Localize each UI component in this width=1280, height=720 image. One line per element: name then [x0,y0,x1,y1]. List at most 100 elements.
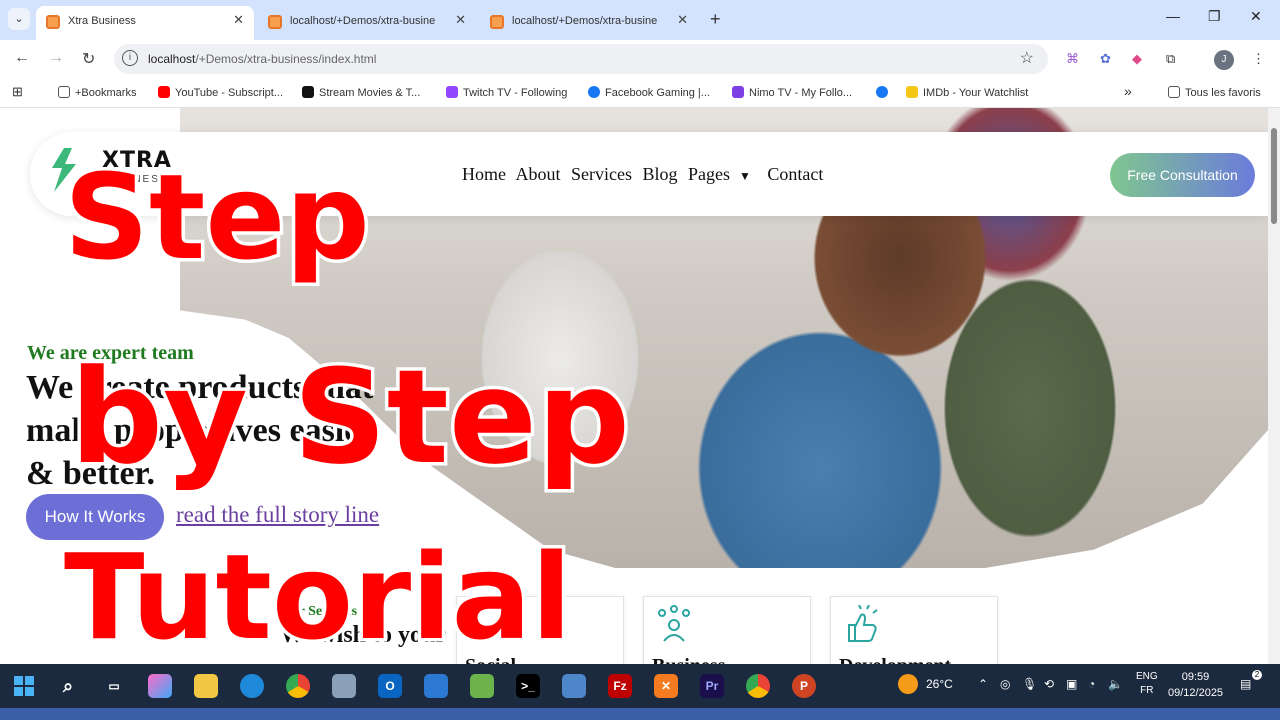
bookmark-nimo-tv[interactable]: Nimo TV - My Follo... [732,86,852,99]
tab-xtra-business[interactable]: Xtra Business ✕ [36,6,254,40]
minimize-icon[interactable]: — [1166,8,1180,24]
hero-headline: We create products that make people live… [26,369,374,492]
copilot-icon[interactable] [148,674,172,698]
windows-start-icon[interactable] [14,676,34,696]
extension-icon[interactable]: ⌘ [1066,51,1079,67]
scrollbar-thumb[interactable] [1271,128,1277,224]
new-tab-icon[interactable]: + [710,9,721,30]
notification-badge: 2 [1252,670,1262,680]
tray-chevron-icon[interactable]: ⌃ [978,677,988,691]
weather-temp[interactable]: 26°C [926,677,953,691]
bookmark-twitch[interactable]: Twitch TV - Following [446,86,567,99]
back-icon[interactable]: ← [14,49,30,67]
site-info-icon[interactable]: i [122,50,138,66]
app-icon[interactable] [332,674,356,698]
bookmarks-bar: ⊞ +Bookmarks YouTube - Subscript... Stre… [0,78,1280,108]
system-clock[interactable]: 09:59 09/12/2025 [1168,669,1223,701]
nav-blog[interactable]: Blog [643,164,678,184]
tray-display-icon[interactable]: ▣ [1066,677,1077,691]
service-card-business[interactable]: Business [643,596,811,664]
task-view-icon[interactable]: ▭ [102,674,126,698]
bookmark-facebook[interactable] [876,86,893,99]
close-tab-icon[interactable]: ✕ [455,12,466,28]
how-it-works-button[interactable]: How It Works [26,494,164,540]
bookmark-facebook-gaming[interactable]: Facebook Gaming |... [588,86,710,99]
plex-icon [302,86,314,98]
thumbs-up-icon [848,605,878,642]
nav-home[interactable]: Home [462,164,506,184]
search-icon[interactable]: ⌕ [56,674,80,698]
bookmark-stream-movies[interactable]: Stream Movies & T... [302,86,420,99]
terminal-icon[interactable]: >_ [516,674,540,698]
nav-about[interactable]: About [516,164,561,184]
forward-icon[interactable]: → [48,49,64,67]
apps-grid-icon[interactable]: ⊞ [12,84,23,100]
powerpoint-icon[interactable]: P [792,674,816,698]
extension-video-icon[interactable]: ◆ [1132,51,1142,67]
network-people-icon [658,605,690,642]
address-bar[interactable]: i localhost/+Demos/xtra-business/index.h… [114,44,1048,74]
service-card-social[interactable]: Social [456,596,624,664]
notifications-icon[interactable]: ▤ [1240,677,1251,691]
xampp-icon[interactable]: ✕ [654,674,678,698]
nav-services[interactable]: Services [571,164,632,184]
volume-icon[interactable]: 🔈 [1108,677,1123,691]
story-link[interactable]: read the full story line [176,502,379,528]
windows-taskbar: ⌕ ▭ O >_ Fz ✕ Pr P 26°C ⌃ ◎ 🎙 ⟲ ▣ ◔ 🔈 EN… [0,664,1280,708]
browser-toolbar: ← → ↻ i localhost/+Demos/xtra-business/i… [0,40,1280,78]
bookmarks-overflow-button[interactable]: » [1124,83,1132,99]
premiere-icon[interactable]: Pr [700,674,724,698]
bookmark-youtube[interactable]: YouTube - Subscript... [158,86,283,99]
tab-localhost-1[interactable]: localhost/+Demos/xtra-busine ✕ [258,6,476,40]
card-title: Social [465,655,516,664]
weather-icon[interactable] [898,674,918,694]
chrome-profile-icon[interactable] [746,674,770,698]
tab-localhost-2[interactable]: localhost/+Demos/xtra-busine ✕ [480,6,698,40]
main-nav: Home About Services Blog Pages ▼ Contact [462,164,829,185]
profile-avatar[interactable]: J [1214,50,1234,70]
outlook-icon[interactable]: O [378,674,402,698]
extensions-puzzle-icon[interactable]: ⧉ [1166,51,1175,67]
bookmark-star-icon[interactable]: ☆ [1020,48,1034,68]
all-bookmarks-folder[interactable]: Tous les favoris [1168,86,1261,99]
file-explorer-icon[interactable] [194,674,218,698]
bookmark-bookmarks-folder[interactable]: +Bookmarks [58,86,136,99]
extension-gear-icon[interactable]: ✿ [1100,51,1111,67]
reload-icon[interactable]: ↻ [82,49,95,69]
wifi-icon[interactable]: ◔ [1088,677,1095,691]
bookmark-imdb[interactable]: IMDb - Your Watchlist [906,86,1028,99]
tab-title: localhost/+Demos/xtra-busine [290,15,436,27]
restore-icon[interactable]: ❐ [1208,8,1221,25]
xampp-favicon-icon [46,15,60,29]
input-language[interactable]: ENG FR [1136,670,1158,698]
folder-icon [58,86,70,98]
tab-search-button[interactable]: ⌄ [8,8,30,30]
free-consultation-button[interactable]: Free Consultation [1110,153,1255,197]
page-scrollbar[interactable] [1268,108,1280,664]
services-kicker: Our Services [280,604,358,619]
microphone-icon[interactable]: 🎙 [1022,677,1037,691]
edge-icon[interactable] [240,674,264,698]
filezilla-icon[interactable]: Fz [608,674,632,698]
card-title: Business [652,655,725,664]
close-window-icon[interactable]: ✕ [1250,8,1262,25]
service-card-development[interactable]: Development [830,596,998,664]
network-icon[interactable] [562,674,586,698]
tab-title: localhost/+Demos/xtra-busine [512,15,658,27]
menu-kebab-icon[interactable]: ⋮ [1252,51,1265,67]
nav-pages[interactable]: Pages ▼ [688,164,757,184]
xampp-favicon-icon [268,15,282,29]
address-url[interactable]: localhost/+Demos/xtra-business/index.htm… [148,52,376,66]
chrome-icon[interactable] [286,674,310,698]
tab-strip: ⌄ Xtra Business ✕ localhost/+Demos/xtra-… [0,0,1280,40]
tray-sync-icon[interactable]: ⟲ [1044,677,1054,691]
tray-app-icon[interactable]: ◎ [1000,677,1010,691]
site-logo-text[interactable]: XTRA [102,148,172,173]
close-tab-icon[interactable]: ✕ [233,12,244,28]
youtube-icon [158,86,170,98]
notepad-icon[interactable] [470,674,494,698]
nav-contact[interactable]: Contact [767,164,823,184]
page-viewport: XTRA BUSINESS Home About Services Blog P… [0,108,1268,664]
remote-desktop-icon[interactable] [424,674,448,698]
close-tab-icon[interactable]: ✕ [677,12,688,28]
